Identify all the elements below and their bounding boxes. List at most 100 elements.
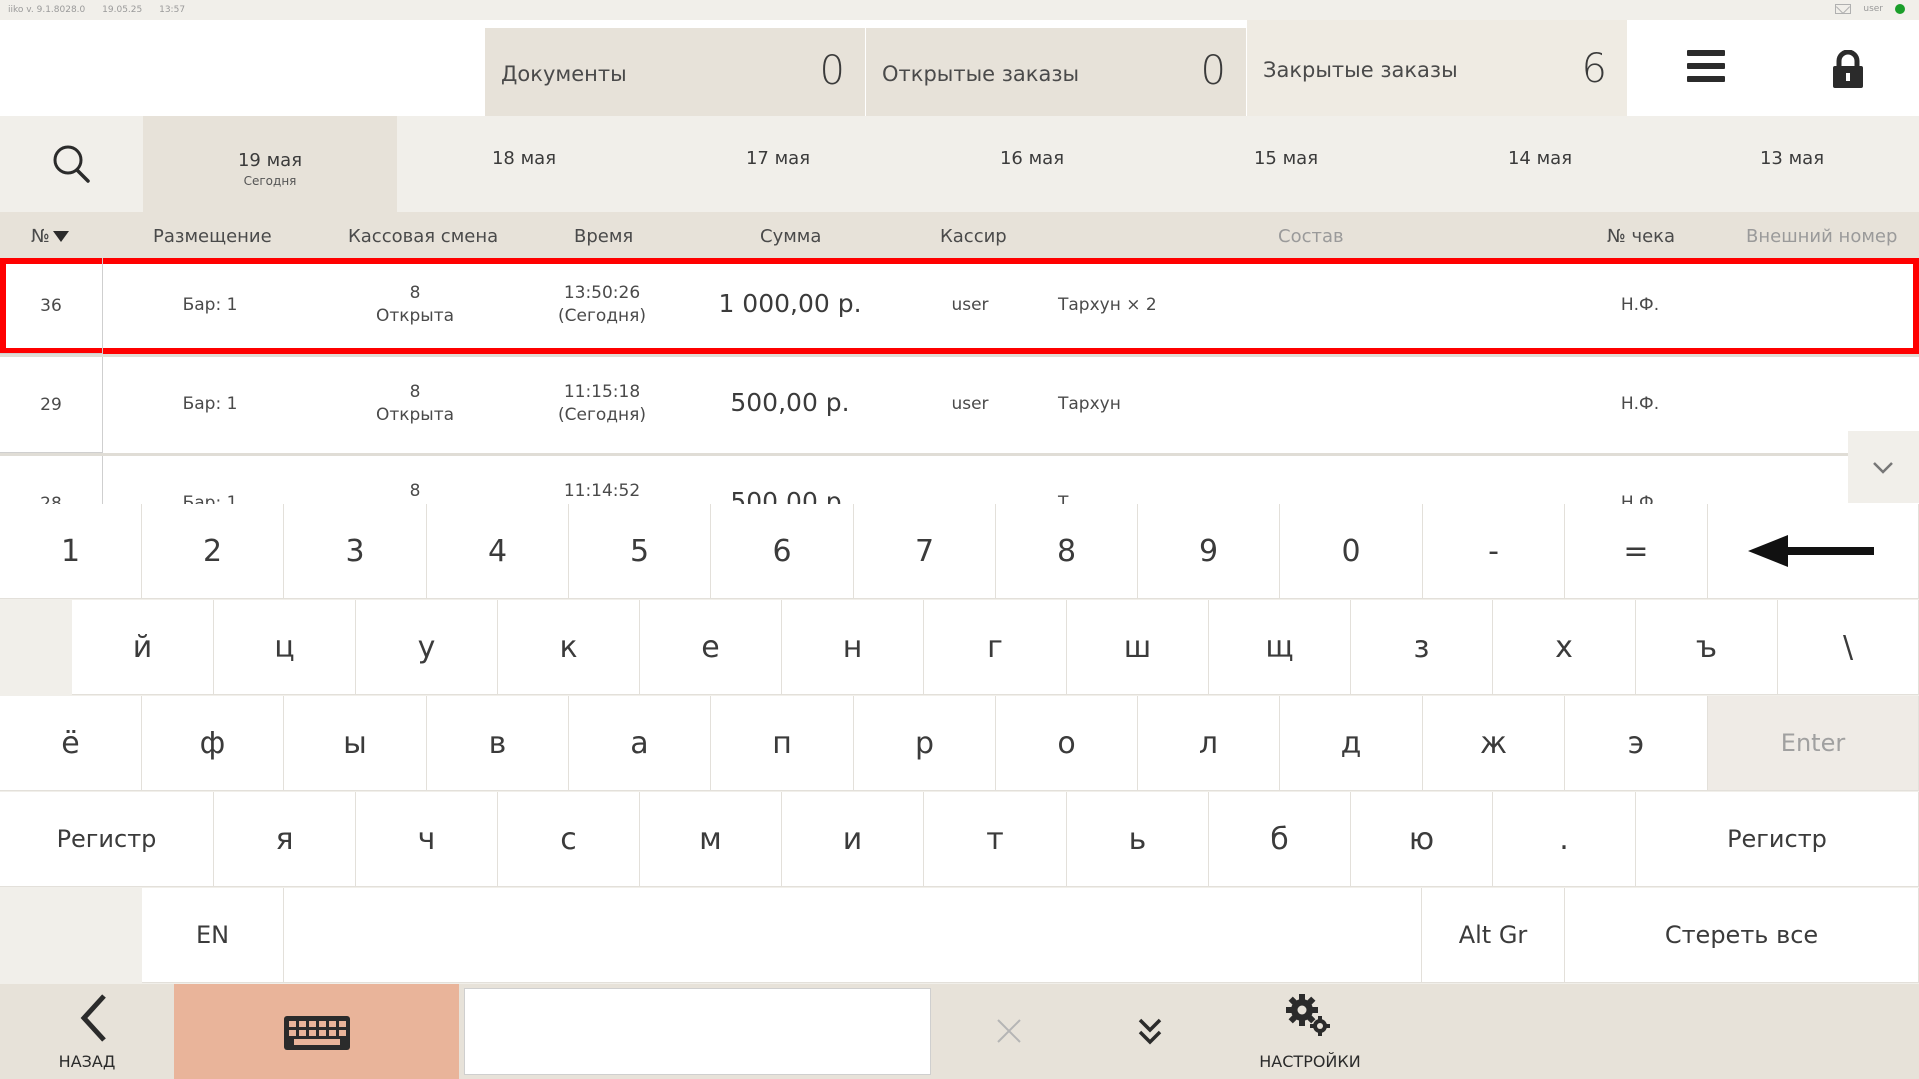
key-ч[interactable]: ч (356, 792, 498, 887)
key-д[interactable]: д (1280, 696, 1423, 791)
key-г[interactable]: г (924, 600, 1067, 695)
space-key[interactable] (284, 888, 1422, 983)
key-2[interactable]: 2 (142, 504, 284, 599)
search-input[interactable] (464, 988, 931, 1075)
enter-key[interactable]: Enter (1708, 696, 1919, 791)
key-э[interactable]: э (1565, 696, 1708, 791)
key-equals[interactable]: = (1565, 504, 1708, 599)
key-ы[interactable]: ы (284, 696, 427, 791)
key-б[interactable]: б (1209, 792, 1351, 887)
key-щ[interactable]: щ (1209, 600, 1351, 695)
key-ё[interactable]: ё (0, 696, 142, 791)
clear-all-key[interactable]: Стереть все (1565, 888, 1919, 983)
col-placement[interactable]: Размещение (153, 226, 272, 247)
key-я[interactable]: я (214, 792, 356, 887)
backspace-key[interactable] (1708, 504, 1919, 599)
key-й[interactable]: й (72, 600, 214, 695)
expand-button[interactable] (1120, 1002, 1180, 1062)
key-8[interactable]: 8 (996, 504, 1138, 599)
keyboard-toggle-button[interactable] (174, 984, 459, 1079)
key-ъ[interactable]: ъ (1636, 600, 1778, 695)
shift-right-key[interactable]: Регистр (1636, 792, 1919, 887)
key-л[interactable]: л (1138, 696, 1280, 791)
search-icon (53, 145, 90, 183)
search-button[interactable] (0, 116, 143, 212)
key-ю[interactable]: ю (1351, 792, 1493, 887)
back-button[interactable]: НАЗАД (0, 984, 174, 1079)
col-cashier[interactable]: Кассир (940, 226, 1007, 247)
key-3[interactable]: 3 (284, 504, 427, 599)
order-cashier: user (951, 295, 989, 315)
key-ь[interactable]: ь (1067, 792, 1209, 887)
key-ц[interactable]: ц (214, 600, 356, 695)
table-row[interactable]: 28 Бар: 1 8 11:14:52 500,00 р. Т Н.Ф. (0, 456, 1919, 504)
key-6[interactable]: 6 (711, 504, 854, 599)
date-tab-18[interactable]: 18 мая (397, 116, 651, 212)
key-period[interactable]: . (1493, 792, 1636, 887)
date-tab-label: 17 мая (745, 148, 811, 169)
order-contents: Тархун (1058, 394, 1121, 414)
table-row[interactable]: 29 Бар: 1 8 Открыта 11:15:18 (Сегодня) 500… (0, 357, 1919, 453)
lock-icon[interactable] (1831, 49, 1865, 88)
key-4[interactable]: 4 (427, 504, 569, 599)
key-а[interactable]: а (569, 696, 711, 791)
key-ж[interactable]: ж (1423, 696, 1565, 791)
closed-orders-tab[interactable]: Закрытые заказы 6 (1247, 20, 1627, 116)
key-с[interactable]: с (498, 792, 640, 887)
key-в[interactable]: в (427, 696, 569, 791)
documents-label: Документы (501, 62, 627, 86)
chevron-down-icon (1873, 462, 1893, 474)
key-е[interactable]: е (640, 600, 782, 695)
key-9[interactable]: 9 (1138, 504, 1280, 599)
key-к[interactable]: к (498, 600, 640, 695)
shift-left-key[interactable]: Регистр (0, 792, 214, 887)
app-version: iiko v. 9.1.8028.0 (8, 5, 86, 15)
date-tab-16[interactable]: 16 мая (905, 116, 1159, 212)
column-headers: № Размещение Кассовая смена Время Сумма … (0, 212, 1919, 258)
order-cashier: user (951, 394, 989, 414)
clear-search-button[interactable] (980, 1002, 1036, 1058)
date-tab-15[interactable]: 15 мая (1159, 116, 1413, 212)
key-0[interactable]: 0 (1280, 504, 1423, 599)
lang-key[interactable]: EN (142, 888, 284, 983)
settings-button[interactable]: НАСТРОЙКИ (1240, 984, 1380, 1079)
altgr-key[interactable]: Alt Gr (1422, 888, 1565, 983)
date-tab-14[interactable]: 14 мая (1413, 116, 1667, 212)
documents-tab[interactable]: Документы 0 (485, 28, 865, 116)
table-row[interactable]: 36 Бар: 1 8 Открыта 13:50:26 (Сегодня) 1 0… (0, 258, 1919, 354)
order-time: 13:50:26 (Сегодня) (557, 283, 647, 326)
col-receipt[interactable]: № чека (1607, 226, 1675, 247)
key-ш[interactable]: ш (1067, 600, 1209, 695)
scroll-down-button[interactable] (1848, 431, 1919, 503)
open-orders-tab[interactable]: Открытые заказы 0 (866, 28, 1246, 116)
key-н[interactable]: н (782, 600, 924, 695)
col-shift[interactable]: Кассовая смена (348, 226, 498, 247)
key-minus[interactable]: - (1423, 504, 1565, 599)
key-п[interactable]: п (711, 696, 854, 791)
key-ф[interactable]: ф (142, 696, 284, 791)
key-у[interactable]: у (356, 600, 498, 695)
date-tab-17[interactable]: 17 мая (651, 116, 905, 212)
key-7[interactable]: 7 (854, 504, 996, 599)
hamburger-icon[interactable] (1687, 50, 1725, 86)
col-sum[interactable]: Сумма (760, 226, 821, 247)
order-receipt: Н.Ф. (1620, 295, 1660, 315)
key-о[interactable]: о (996, 696, 1138, 791)
key-1[interactable]: 1 (0, 504, 142, 599)
key-т[interactable]: т (924, 792, 1067, 887)
closed-orders-count: 6 (1581, 46, 1607, 92)
key-з[interactable]: з (1351, 600, 1493, 695)
key-х[interactable]: х (1493, 600, 1636, 695)
key-и[interactable]: и (782, 792, 924, 887)
date-tab-13[interactable]: 13 мая (1665, 116, 1919, 212)
order-sum: 500,00 р. (730, 487, 850, 504)
key-backslash[interactable]: \ (1778, 600, 1919, 695)
mail-icon[interactable] (1835, 4, 1852, 14)
key-р[interactable]: р (854, 696, 996, 791)
key-5[interactable]: 5 (569, 504, 711, 599)
order-receipt: Н.Ф. (1620, 394, 1660, 414)
date-tab-19[interactable]: 19 мая Сегодня (143, 116, 397, 212)
col-number[interactable]: № (31, 226, 69, 247)
key-м[interactable]: м (640, 792, 782, 887)
col-time[interactable]: Время (574, 226, 633, 247)
